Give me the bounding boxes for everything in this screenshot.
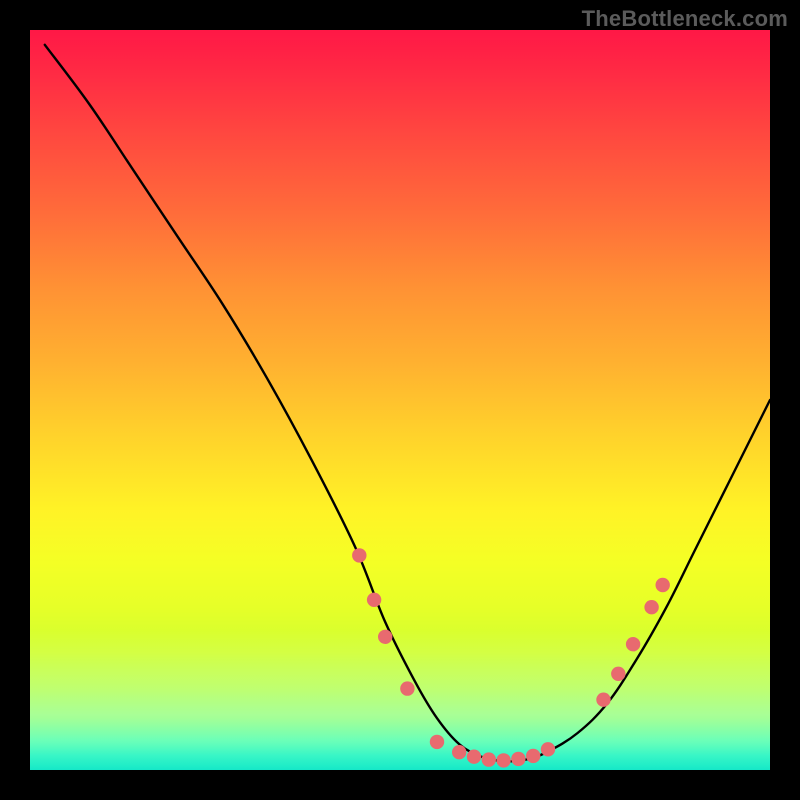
marker-dot [496, 753, 510, 767]
marker-dot [511, 752, 525, 766]
marker-dot [611, 667, 625, 681]
marker-dot [541, 742, 555, 756]
marker-dot [626, 637, 640, 651]
marker-dot [378, 630, 392, 644]
marker-dot [452, 745, 466, 759]
curve-svg [30, 30, 770, 770]
plot-area [30, 30, 770, 770]
chart-frame: TheBottleneck.com [0, 0, 800, 800]
bottleneck-curve [45, 45, 770, 762]
marker-dot [526, 749, 540, 763]
marker-dot [430, 735, 444, 749]
marker-dot [467, 750, 481, 764]
marker-dot [367, 593, 381, 607]
marker-dot [644, 600, 658, 614]
marker-dot [400, 681, 414, 695]
marker-dot [596, 693, 610, 707]
marker-dot [352, 548, 366, 562]
curve-markers [352, 548, 670, 767]
watermark-text: TheBottleneck.com [582, 6, 788, 32]
marker-dot [656, 578, 670, 592]
marker-dot [482, 752, 496, 766]
